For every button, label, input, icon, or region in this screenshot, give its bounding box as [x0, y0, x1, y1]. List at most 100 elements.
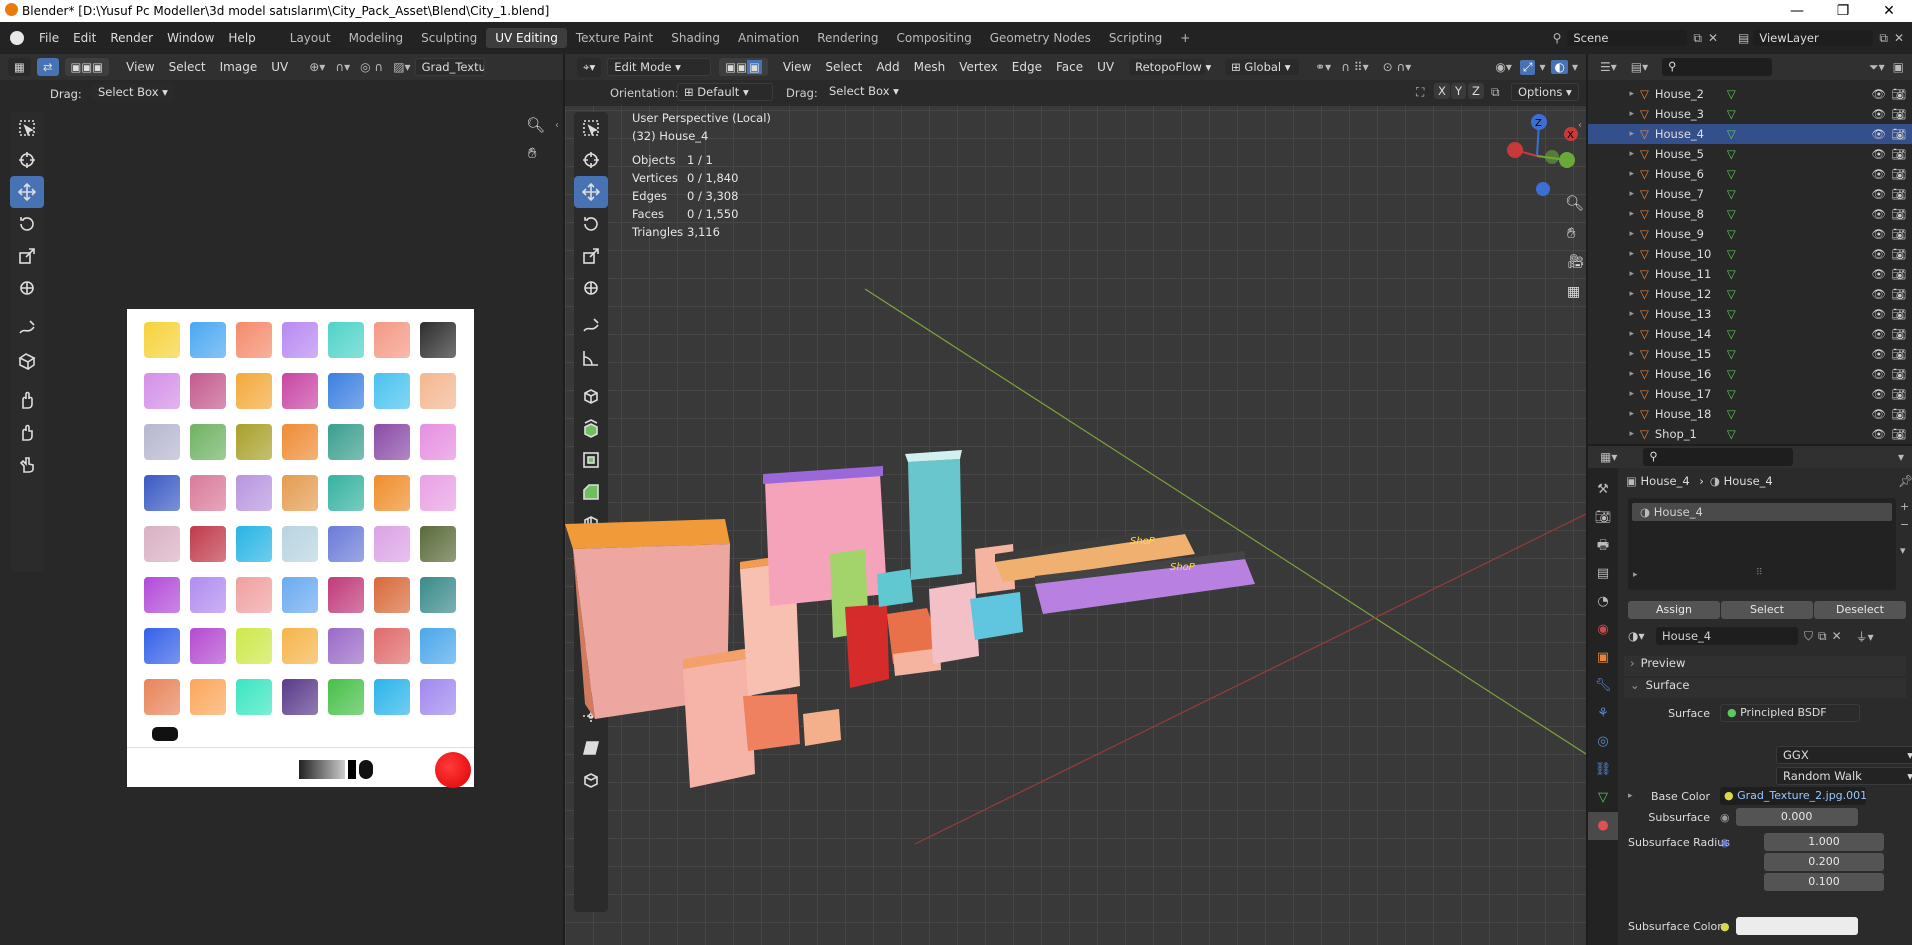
outliner-item[interactable]: ▸ ▽ House_4 ▽ 👁︎ 📷︎ [1588, 124, 1912, 144]
expand-arrow-icon[interactable]: ▸ [1588, 409, 1640, 419]
tool-tab-icon[interactable]: ⚒ [1588, 476, 1618, 504]
outliner-item[interactable]: ▸ ▽ House_8 ▽ 👁︎ 📷︎ [1588, 204, 1912, 224]
render-camera-icon[interactable]: 📷︎ [1891, 227, 1906, 241]
properties-search-input[interactable]: ⚲ [1643, 448, 1794, 466]
expand-arrow-icon[interactable]: ▸ [1588, 289, 1640, 299]
slot-menu-button[interactable]: ▾ [1900, 542, 1909, 560]
remove-slot-button[interactable]: − [1900, 516, 1909, 534]
visibility-eye-icon[interactable]: 👁︎ [1871, 407, 1886, 421]
base-color-expand-icon[interactable]: ▸ [1628, 791, 1646, 801]
collapse-arrow-icon[interactable]: ‹ [555, 120, 559, 131]
annotate-tool[interactable] [10, 312, 44, 344]
uv-drag-select[interactable]: Select Box ▾ [92, 84, 174, 100]
properties-options-icon[interactable]: ▾ [1898, 450, 1904, 464]
material-tab-icon[interactable]: ● [1588, 812, 1618, 840]
unlink-material-icon[interactable]: ✕ [1832, 629, 1842, 643]
close-button[interactable]: ✕ [1866, 3, 1912, 19]
physics-tab-icon[interactable]: ◎ [1588, 728, 1618, 756]
visibility-eye-icon[interactable]: 👁︎ [1871, 147, 1886, 161]
visibility-eye-icon[interactable]: 👁︎ [1871, 107, 1886, 121]
new-collection-icon[interactable]: ▣ [1893, 60, 1904, 74]
expand-arrow-icon[interactable]: ▸ [1588, 129, 1640, 139]
expand-arrow-icon[interactable]: ▸ [1588, 149, 1640, 159]
maximize-button[interactable]: ❐ [1820, 3, 1866, 19]
expand-arrow-icon[interactable]: ▸ [1588, 209, 1640, 219]
render-camera-icon[interactable]: 📷︎ [1891, 307, 1906, 321]
radius-x-field[interactable]: 1.000 [1764, 833, 1884, 851]
surface-panel-header[interactable]: ⌄ Surface [1624, 678, 1906, 698]
deselect-button[interactable]: Deselect [1814, 601, 1906, 619]
material-name-field[interactable]: House_4 [1656, 627, 1798, 645]
snap-icon[interactable]: ∩▾ [335, 60, 350, 74]
outliner-item[interactable]: ▸ ▽ House_16 ▽ 👁︎ 📷︎ [1588, 364, 1912, 384]
transform-tool[interactable] [10, 272, 44, 304]
visibility-eye-icon[interactable]: 👁︎ [1871, 307, 1886, 321]
render-camera-icon[interactable]: 📷︎ [1891, 107, 1906, 121]
base-color-texture-field[interactable]: ● Grad_Texture_2.jpg.001 [1720, 787, 1866, 805]
radius-y-field[interactable]: 0.200 [1764, 853, 1884, 871]
material-browse-icon[interactable]: ◑▾ [1628, 629, 1656, 643]
new-view-layer-icon[interactable]: ⧉ [1879, 31, 1888, 46]
render-camera-icon[interactable]: 📷︎ [1891, 127, 1906, 141]
pinch-tool[interactable] [10, 448, 44, 480]
render-camera-icon[interactable]: 📷︎ [1891, 427, 1906, 441]
material-slot-row[interactable]: ◑ House_4 [1632, 503, 1892, 521]
outliner-item[interactable]: ▸ ▽ House_14 ▽ 👁︎ 📷︎ [1588, 324, 1912, 344]
outliner-item[interactable]: ▸ ▽ House_15 ▽ 👁︎ 📷︎ [1588, 344, 1912, 364]
outliner-item[interactable]: ▸ ▽ House_13 ▽ 👁︎ 📷︎ [1588, 304, 1912, 324]
outliner-item[interactable]: ▸ ▽ Shop_1 ▽ 👁︎ 📷︎ [1588, 424, 1912, 444]
expand-arrow-icon[interactable]: ▸ [1588, 109, 1640, 119]
visibility-eye-icon[interactable]: 👁︎ [1871, 287, 1886, 301]
visibility-eye-icon[interactable]: 👁︎ [1871, 207, 1886, 221]
duplicate-material-icon[interactable]: ⧉ [1818, 629, 1827, 644]
data-tab-icon[interactable]: ▽ [1588, 784, 1618, 812]
uv-sync-icon[interactable]: ⇄ [36, 58, 59, 76]
render-camera-icon[interactable]: 📷︎ [1891, 387, 1906, 401]
view-layer-selector[interactable]: ViewLayer [1753, 30, 1874, 46]
uv-menu-select[interactable]: Select [162, 60, 213, 74]
node-link-icon[interactable]: ⏚▾ [1856, 628, 1874, 645]
visibility-eye-icon[interactable]: 👁︎ [1871, 227, 1886, 241]
expand-arrow-icon[interactable]: ▸ [1588, 329, 1640, 339]
subsurface-color-swatch[interactable] [1735, 917, 1858, 935]
radius-z-field[interactable]: 0.100 [1764, 873, 1884, 891]
minimize-button[interactable]: — [1774, 3, 1820, 19]
editor-type-icon[interactable]: ▦ [8, 58, 31, 76]
grab-tool[interactable] [10, 384, 44, 416]
render-tab-icon[interactable]: 📷︎ [1588, 504, 1618, 532]
render-camera-icon[interactable]: 📷︎ [1891, 247, 1906, 261]
tab-modeling[interactable]: Modeling [340, 28, 413, 48]
expand-arrow-icon[interactable]: ▸ [1588, 429, 1640, 439]
zoom-icon[interactable]: 🔍︎ [526, 116, 545, 134]
assign-button[interactable]: Assign [1628, 601, 1720, 619]
outliner-item[interactable]: ▸ ▽ House_2 ▽ 👁︎ 📷︎ [1588, 84, 1912, 104]
modifier-tab-icon[interactable]: 🔧︎ [1588, 672, 1618, 700]
pivot-icon[interactable]: ⊕▾ [309, 60, 325, 74]
rotate-tool[interactable] [10, 208, 44, 240]
outliner-item[interactable]: ▸ ▽ House_17 ▽ 👁︎ 📷︎ [1588, 384, 1912, 404]
relax-tool[interactable] [10, 416, 44, 448]
tab-scripting[interactable]: Scripting [1100, 28, 1171, 48]
visibility-eye-icon[interactable]: 👁︎ [1871, 127, 1886, 141]
remove-view-layer-icon[interactable]: ✕ [1894, 31, 1904, 45]
render-camera-icon[interactable]: 📷︎ [1891, 327, 1906, 341]
visibility-eye-icon[interactable]: 👁︎ [1871, 87, 1886, 101]
render-camera-icon[interactable]: 📷︎ [1891, 147, 1906, 161]
render-camera-icon[interactable]: 📷︎ [1891, 167, 1906, 181]
menu-edit[interactable]: Edit [66, 31, 103, 45]
subsurface-radius-socket-icon[interactable]: ◉ [1720, 836, 1730, 849]
menu-file[interactable]: File [32, 31, 66, 45]
visibility-eye-icon[interactable]: 👁︎ [1871, 427, 1886, 441]
image-name-field[interactable]: Grad_Textur [414, 58, 485, 76]
select-mode-icon[interactable]: ▣▣▣ [64, 58, 110, 76]
fake-user-icon[interactable]: ⛉ [1804, 629, 1813, 644]
subsurface-socket-icon[interactable]: ◉ [1720, 811, 1730, 824]
outliner-item[interactable]: ▸ ▽ House_7 ▽ 👁︎ 📷︎ [1588, 184, 1912, 204]
slot-expand-icon[interactable]: ▸ [1633, 570, 1638, 580]
uv-menu-view[interactable]: View [119, 60, 161, 74]
3d-viewport[interactable]: ⌖▾ Edit Mode ▾ ▣▣ ▣ View Select Add Mesh … [565, 54, 1586, 945]
outliner-item[interactable]: ▸ ▽ House_11 ▽ 👁︎ 📷︎ [1588, 264, 1912, 284]
image-browse-icon[interactable]: ▨▾ [393, 60, 410, 74]
scene-tab-icon[interactable]: ◔ [1588, 588, 1618, 616]
visibility-eye-icon[interactable]: 👁︎ [1871, 247, 1886, 261]
